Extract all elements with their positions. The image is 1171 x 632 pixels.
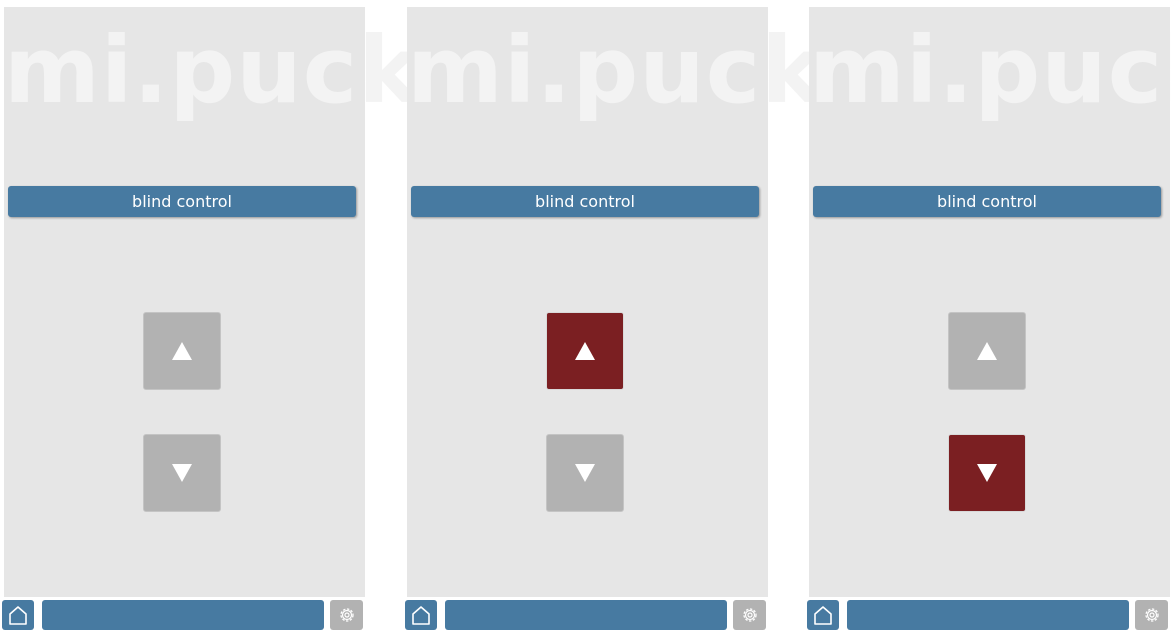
blind-up-button[interactable] — [143, 312, 221, 390]
arrow-down-icon — [575, 464, 595, 482]
blind-down-button[interactable] — [948, 434, 1026, 512]
settings-button[interactable] — [1135, 600, 1168, 630]
blind-up-button[interactable] — [948, 312, 1026, 390]
arrow-down-icon — [172, 464, 192, 482]
arrow-up-icon — [172, 342, 192, 360]
status-bar — [847, 600, 1129, 630]
home-icon — [9, 606, 27, 625]
gear-icon — [339, 608, 354, 622]
status-bar — [445, 600, 727, 630]
gear-icon — [1144, 608, 1159, 622]
logo: mi.puck — [4, 17, 421, 124]
settings-button[interactable] — [330, 600, 363, 630]
home-icon — [412, 606, 430, 625]
arrow-up-icon — [977, 342, 997, 360]
arrow-down-icon — [977, 464, 997, 482]
status-bar — [42, 600, 324, 630]
device-screen-3: mi.puck blind control — [807, 7, 1171, 630]
blind-down-button[interactable] — [143, 434, 221, 512]
home-button[interactable] — [405, 600, 437, 630]
page-title: blind control — [813, 186, 1161, 217]
home-button[interactable] — [807, 600, 839, 630]
page-title: blind control — [8, 186, 356, 217]
blind-up-button[interactable] — [546, 312, 624, 390]
home-icon — [814, 606, 832, 625]
blind-down-button[interactable] — [546, 434, 624, 512]
settings-button[interactable] — [733, 600, 766, 630]
logo: mi.puck — [407, 17, 824, 124]
page-title: blind control — [411, 186, 759, 217]
device-screen-1: mi.puck blind control — [2, 7, 421, 630]
logo: mi.puck — [809, 17, 1171, 124]
device-screen-2: mi.puck blind control — [405, 7, 824, 630]
gear-icon — [742, 608, 757, 622]
arrow-up-icon — [575, 342, 595, 360]
home-button[interactable] — [2, 600, 34, 630]
